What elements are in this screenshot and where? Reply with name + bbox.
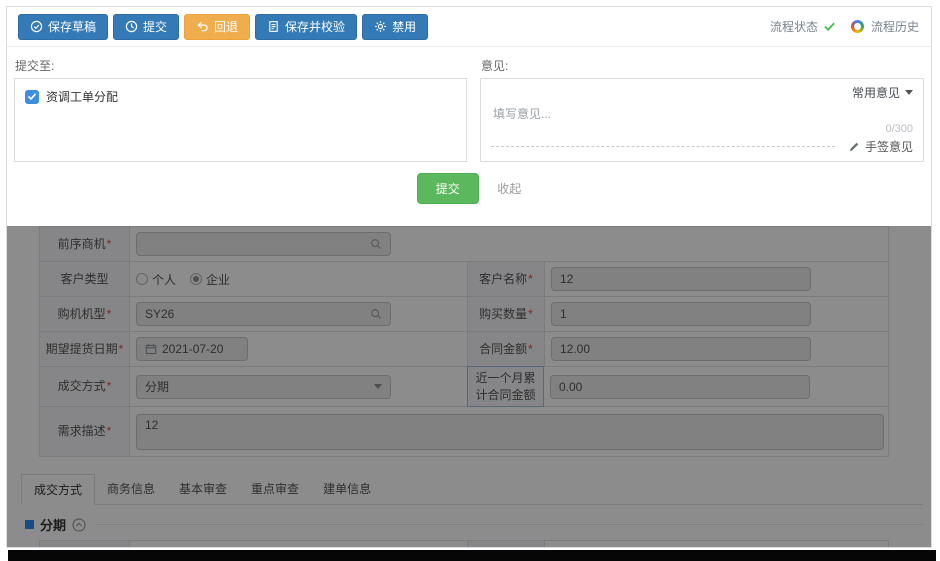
rollback-label: 回退 bbox=[214, 18, 238, 35]
chevron-down-icon bbox=[905, 90, 913, 95]
signature-line bbox=[491, 146, 835, 147]
submit-to-option-row[interactable]: 资调工单分配 bbox=[25, 88, 456, 105]
submit-to-label: 提交至: bbox=[15, 57, 467, 74]
disable-button[interactable]: 禁用 bbox=[362, 14, 428, 40]
common-opinion-dropdown[interactable]: 常用意见 bbox=[491, 84, 913, 101]
submit-top-button[interactable]: 提交 bbox=[113, 14, 179, 40]
flow-history-icon bbox=[851, 20, 864, 33]
submit-actions: 提交 收起 bbox=[7, 162, 931, 211]
screen-bottom-bar bbox=[8, 550, 936, 561]
save-verify-label: 保存并校验 bbox=[285, 18, 345, 35]
collapse-link[interactable]: 收起 bbox=[497, 182, 521, 196]
opinion-label: 意见: bbox=[481, 57, 924, 74]
save-verify-button[interactable]: 保存并校验 bbox=[255, 14, 357, 40]
flow-links: 流程状态 流程历史 bbox=[770, 18, 925, 35]
char-counter: 0/300 bbox=[491, 123, 913, 135]
opinion-box: 常用意见 填写意见... 0/300 手签意见 bbox=[480, 78, 924, 162]
submit-to-option-label: 资调工单分配 bbox=[46, 88, 118, 105]
workflow-page: 保存草稿 提交 回退 保存并校验 禁用 流程状态 流程历史 提交至: bbox=[6, 6, 932, 548]
save-verify-icon bbox=[267, 20, 280, 33]
opinion-textarea[interactable]: 填写意见... bbox=[491, 101, 913, 123]
hand-sign-row: 手签意见 bbox=[491, 138, 913, 155]
gear-icon bbox=[374, 20, 387, 33]
save-draft-label: 保存草稿 bbox=[48, 18, 96, 35]
submit-section: 提交至: 资调工单分配 意见: 常用意见 填写意见... 0/300 bbox=[7, 47, 931, 162]
flow-status-link[interactable]: 流程状态 bbox=[770, 18, 818, 35]
hand-sign-link[interactable]: 手签意见 bbox=[865, 138, 913, 155]
form-area: 前序商机* 客户类型 个人 bbox=[7, 226, 931, 548]
submit-to-box: 资调工单分配 bbox=[14, 78, 467, 162]
save-draft-button[interactable]: 保存草稿 bbox=[18, 14, 108, 40]
disable-label: 禁用 bbox=[392, 18, 416, 35]
flow-history-link[interactable]: 流程历史 bbox=[871, 18, 919, 35]
rollback-icon bbox=[196, 20, 209, 33]
rollback-button[interactable]: 回退 bbox=[184, 14, 250, 40]
flow-status-check-icon bbox=[823, 21, 836, 32]
pen-icon bbox=[848, 141, 860, 153]
opinion-panel: 意见: 常用意见 填写意见... 0/300 手签意见 bbox=[480, 55, 924, 162]
submit-top-label: 提交 bbox=[143, 18, 167, 35]
form-dim-overlay bbox=[7, 226, 931, 548]
save-draft-icon bbox=[30, 20, 43, 33]
common-opinion-label: 常用意见 bbox=[852, 84, 900, 101]
toolbar: 保存草稿 提交 回退 保存并校验 禁用 流程状态 流程历史 bbox=[7, 7, 931, 47]
submit-to-panel: 提交至: 资调工单分配 bbox=[14, 55, 467, 162]
submit-button[interactable]: 提交 bbox=[417, 173, 479, 204]
checkbox-checked-icon[interactable] bbox=[25, 90, 39, 104]
submit-clock-icon bbox=[125, 20, 138, 33]
